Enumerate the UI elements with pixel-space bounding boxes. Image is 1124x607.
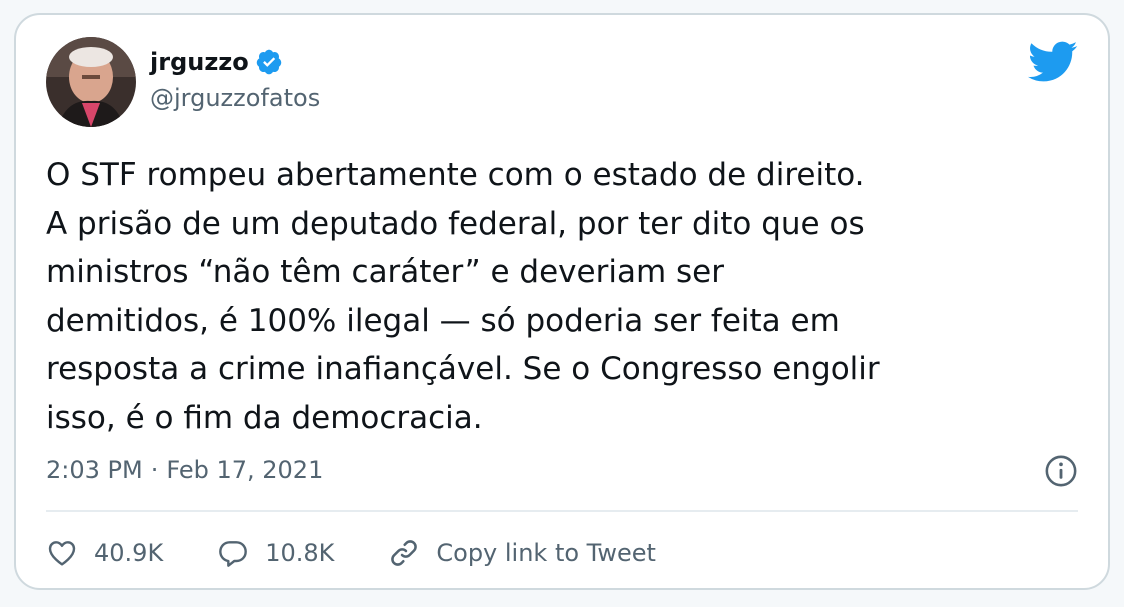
tweet-actions: 40.9K 10.8K Copy link to Tweet (46, 537, 710, 569)
like-button[interactable]: 40.9K (46, 537, 163, 569)
tweet-card: jrguzzo @jrguzzofatos O STF rompeu abert… (14, 13, 1110, 590)
tweet-timestamp[interactable]: 2:03 PM · Feb 17, 2021 (46, 455, 323, 485)
info-icon[interactable] (1044, 454, 1078, 488)
tweet-text: O STF rompeu abertamente com o estado de… (46, 157, 880, 436)
reply-bubble-icon (219, 541, 248, 567)
verified-badge-icon (256, 49, 282, 75)
avatar[interactable] (46, 37, 136, 127)
link-icon (391, 540, 418, 566)
divider (46, 510, 1078, 512)
author-handle[interactable]: @jrguzzofatos (150, 83, 320, 113)
author-display-name[interactable]: jrguzzo (150, 47, 249, 77)
reply-count: 10.8K (265, 539, 335, 567)
copy-link-button[interactable]: Copy link to Tweet (388, 537, 656, 569)
reply-button[interactable]: 10.8K (217, 537, 334, 569)
like-count: 40.9K (94, 539, 164, 567)
copy-link-label: Copy link to Tweet (436, 539, 656, 567)
meta-separator: · (150, 456, 159, 484)
tweet-date[interactable]: Feb 17, 2021 (166, 455, 323, 485)
heart-icon (48, 541, 76, 566)
twitter-bird-icon[interactable] (1028, 41, 1078, 83)
avatar-image (46, 37, 136, 127)
tweet-time[interactable]: 2:03 PM (46, 455, 143, 485)
